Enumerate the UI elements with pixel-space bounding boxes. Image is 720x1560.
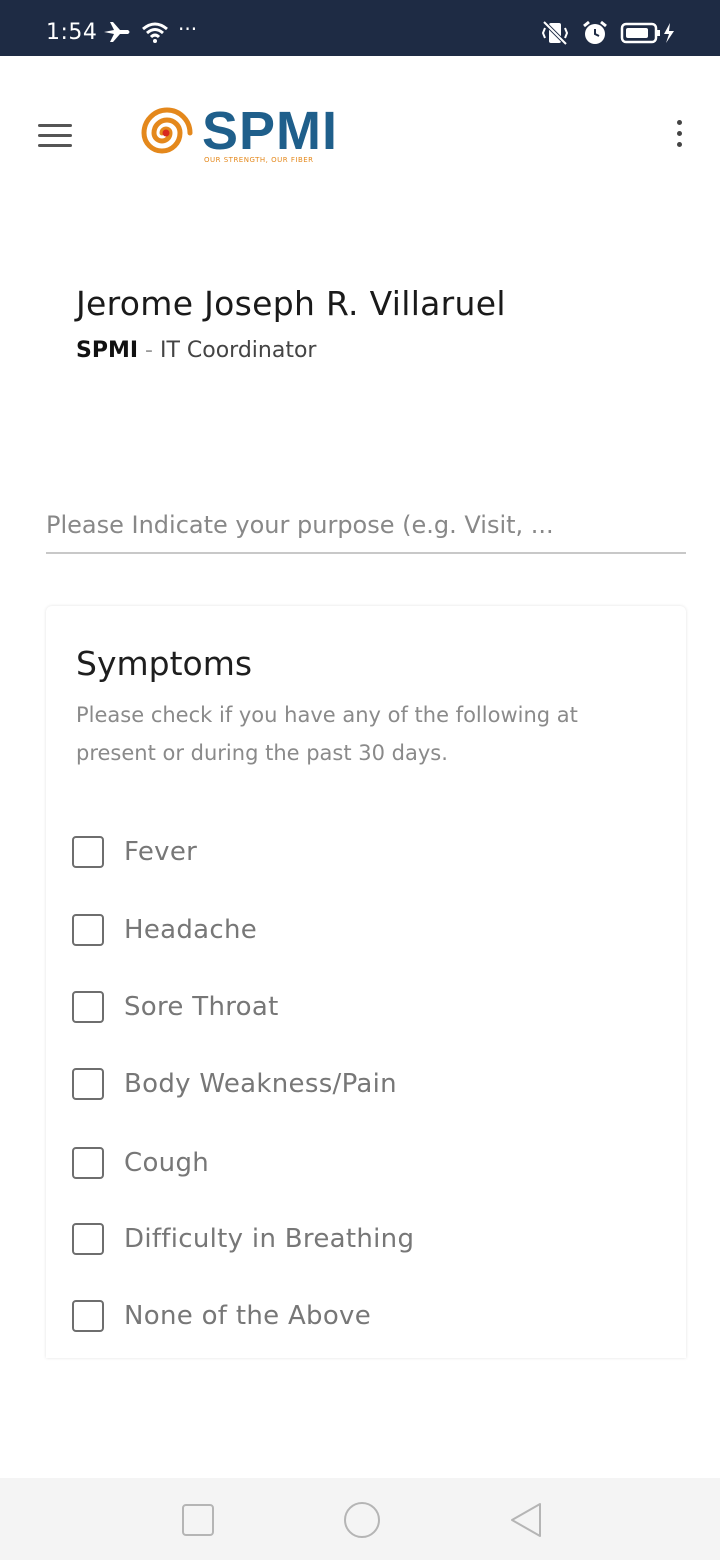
symptom-label: Sore Throat bbox=[124, 992, 279, 1022]
home-icon[interactable] bbox=[344, 1502, 380, 1538]
checkbox[interactable] bbox=[72, 914, 104, 946]
system-nav-bar bbox=[0, 1478, 720, 1560]
symptoms-title: Symptoms bbox=[76, 644, 253, 683]
symptom-label: Cough bbox=[124, 1148, 210, 1178]
logo-tagline: OUR STRENGTH, OUR FIBER bbox=[204, 156, 314, 164]
checkbox[interactable] bbox=[72, 1223, 104, 1255]
symptom-label: Body Weakness/Pain bbox=[124, 1069, 397, 1099]
airplane-icon bbox=[104, 22, 130, 42]
profile-separator: - bbox=[138, 338, 160, 363]
alarm-icon bbox=[583, 20, 607, 44]
status-left-icons: ··· bbox=[102, 17, 198, 44]
vibrate-icon bbox=[541, 20, 569, 46]
symptom-label: Difficulty in Breathing bbox=[124, 1224, 415, 1254]
more-options-icon[interactable] bbox=[670, 120, 688, 154]
wifi-icon bbox=[142, 22, 168, 43]
spmi-logo: SPMI OUR STRENGTH, OUR FIBER bbox=[132, 100, 352, 170]
battery-charging-icon bbox=[620, 22, 674, 44]
status-time: 1:54 bbox=[46, 20, 98, 45]
symptom-option-cough[interactable]: Cough bbox=[72, 1143, 209, 1183]
symptom-option-body-weakness[interactable]: Body Weakness/Pain bbox=[72, 1064, 397, 1104]
profile-company: SPMI bbox=[76, 338, 139, 363]
checkbox[interactable] bbox=[72, 836, 104, 868]
purpose-input[interactable] bbox=[46, 498, 686, 554]
symptom-option-sore-throat[interactable]: Sore Throat bbox=[72, 987, 279, 1027]
profile-role: IT Coordinator bbox=[159, 338, 317, 363]
checkbox[interactable] bbox=[72, 1147, 104, 1179]
recent-apps-icon[interactable] bbox=[182, 1504, 214, 1536]
status-right-icons bbox=[540, 20, 676, 46]
symptom-label: None of the Above bbox=[124, 1301, 372, 1331]
status-bar: 1:54 ··· bbox=[0, 0, 720, 56]
symptom-option-difficulty-breathing[interactable]: Difficulty in Breathing bbox=[72, 1219, 414, 1259]
swirl-logo-icon bbox=[141, 107, 193, 154]
profile-name: Jerome Joseph R. Villaruel bbox=[76, 284, 506, 323]
symptom-option-headache[interactable]: Headache bbox=[72, 910, 257, 950]
profile-subtitle: SPMI - IT Coordinator bbox=[76, 338, 316, 363]
status-more-dots: ··· bbox=[178, 17, 198, 41]
logo-text: SPMI bbox=[202, 101, 339, 161]
symptom-label: Headache bbox=[124, 915, 258, 945]
checkbox[interactable] bbox=[72, 1300, 104, 1332]
checkbox[interactable] bbox=[72, 991, 104, 1023]
symptom-option-none[interactable]: None of the Above bbox=[72, 1296, 371, 1336]
symptom-option-fever[interactable]: Fever bbox=[72, 832, 197, 872]
checkbox[interactable] bbox=[72, 1068, 104, 1100]
back-icon[interactable] bbox=[508, 1500, 544, 1540]
hamburger-menu-icon[interactable] bbox=[38, 124, 72, 148]
symptom-label: Fever bbox=[124, 837, 198, 867]
symptoms-card: Symptoms Please check if you have any of… bbox=[46, 606, 686, 1358]
symptoms-description: Please check if you have any of the foll… bbox=[76, 703, 578, 765]
